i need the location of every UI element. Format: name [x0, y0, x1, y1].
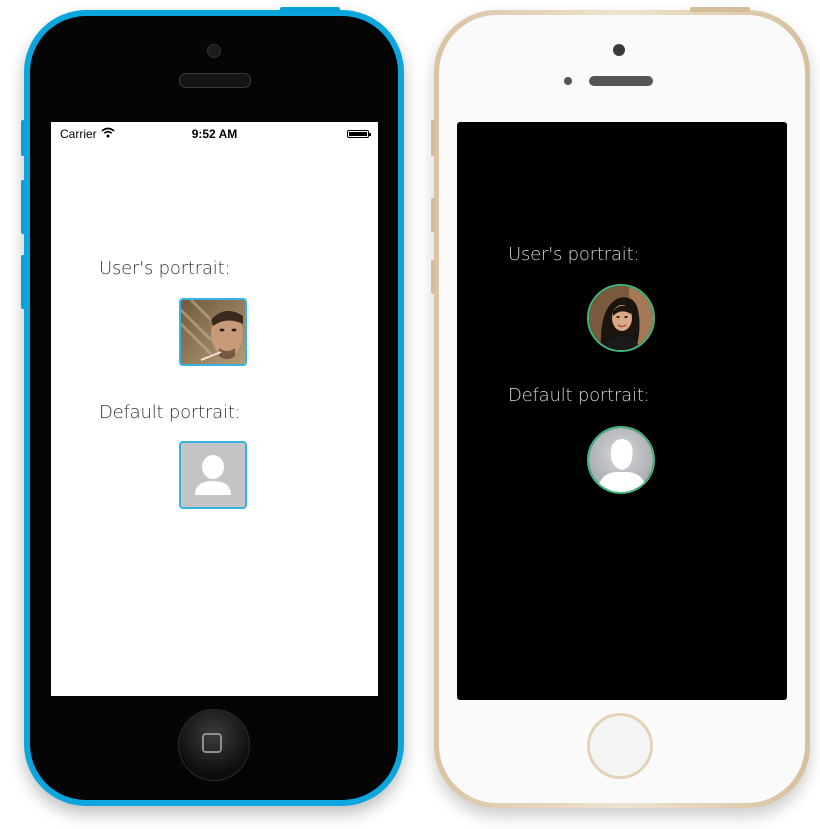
home-button-icon [202, 733, 222, 753]
battery-icon [347, 130, 371, 138]
person-silhouette-icon [589, 428, 653, 492]
volume-up-button [21, 180, 25, 234]
user-portrait-label: User's portrait: [508, 244, 640, 265]
default-portrait-image[interactable] [179, 441, 247, 509]
default-portrait-image[interactable] [587, 426, 655, 494]
status-bar: Carrier 9:52 AM [51, 122, 378, 144]
default-portrait-label: Default portrait: [99, 402, 241, 423]
mute-switch [21, 120, 25, 156]
mute-switch [431, 120, 435, 156]
person-silhouette-icon [181, 443, 245, 507]
user-portrait-image[interactable] [587, 284, 655, 352]
status-time: 9:52 AM [191, 127, 238, 141]
front-camera [613, 44, 625, 56]
app-screen: User's portrait: Default portrait: [457, 122, 787, 700]
volume-down-button [431, 260, 435, 294]
volume-down-button [21, 255, 25, 309]
phone-blue: Carrier 9:52 AM User's portrait: Default… [21, 7, 404, 806]
default-portrait-label: Default portrait: [508, 385, 650, 406]
power-button [280, 7, 340, 12]
power-button [690, 7, 750, 12]
phone-white: User's portrait: Default portrait: [431, 7, 810, 808]
proximity-sensor [564, 77, 572, 85]
home-button[interactable] [178, 709, 250, 781]
earpiece-speaker [179, 73, 251, 88]
user-portrait-image[interactable] [179, 298, 247, 366]
volume-up-button [431, 198, 435, 232]
home-button[interactable] [587, 713, 653, 779]
user-portrait-label: User's portrait: [99, 258, 231, 279]
earpiece-speaker [589, 76, 653, 86]
front-camera [207, 44, 221, 58]
app-screen: Carrier 9:52 AM User's portrait: Default… [51, 122, 378, 696]
